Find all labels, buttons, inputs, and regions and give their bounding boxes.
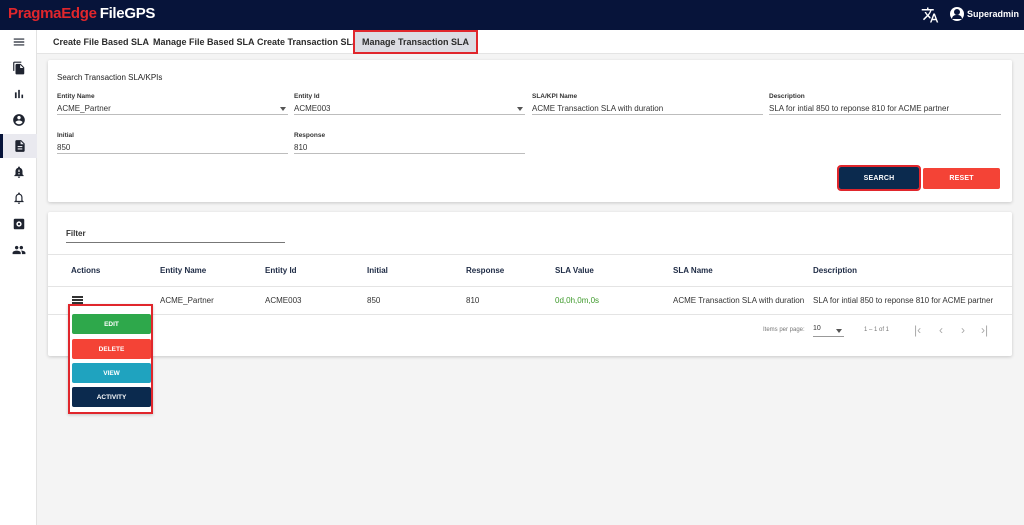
- cell-description: SLA for intial 850 to reponse 810 for AC…: [813, 296, 994, 305]
- previous-page-icon[interactable]: ‹: [939, 323, 943, 337]
- document-icon: [15, 140, 25, 152]
- cell-entity-name: ACME_Partner: [160, 296, 214, 305]
- sidebar-item-menu[interactable]: [0, 30, 37, 54]
- entity-id-select[interactable]: Entity Id ACME003: [294, 93, 525, 115]
- entity-name-value: ACME_Partner: [57, 104, 111, 113]
- brand-secondary: FileGPS: [99, 5, 156, 22]
- account-circle-icon[interactable]: [950, 7, 964, 21]
- brand-primary: PragmaEdge: [8, 5, 97, 22]
- description-field[interactable]: Description SLA for intial 850 to repons…: [769, 93, 1001, 115]
- hamburger-icon: [13, 38, 24, 46]
- alert-bell-icon: [13, 166, 24, 178]
- sidebar-item-files[interactable]: [0, 56, 37, 80]
- tab-create-file-based-sla[interactable]: Create File Based SLA: [53, 30, 149, 54]
- tab-manage-file-based-sla[interactable]: Manage File Based SLA: [153, 30, 255, 54]
- initial-label: Initial: [57, 132, 74, 139]
- response-label: Response: [294, 132, 326, 139]
- description-label: Description: [769, 93, 805, 100]
- column-header-entity-id[interactable]: Entity Id: [265, 266, 297, 275]
- results-panel: Filter Actions Entity Name Entity Id Ini…: [48, 212, 1012, 356]
- page-range-label: 1 – 1 of 1: [864, 327, 890, 333]
- sidebar-item-alerts[interactable]: [0, 160, 37, 184]
- search-panel-title: Search Transaction SLA/KPIs: [57, 73, 163, 82]
- settings-box-icon: [13, 218, 24, 230]
- description-value: SLA for intial 850 to reponse 810 for AC…: [769, 104, 950, 113]
- account-circle-icon: [12, 114, 25, 126]
- tab-bar: Create File Based SLA Manage File Based …: [37, 30, 1024, 54]
- edit-button[interactable]: EDIT: [72, 314, 151, 334]
- page-size-value: 10: [813, 325, 821, 332]
- row-action-menu: EDIT DELETE VIEW ACTIVITY: [68, 304, 153, 414]
- table-divider: [48, 254, 1012, 255]
- column-header-sla-value[interactable]: SLA Value: [555, 266, 594, 275]
- translate-icon[interactable]: [921, 6, 939, 24]
- bar-chart-icon: [14, 89, 23, 99]
- sidebar-item-notifications[interactable]: [0, 186, 37, 210]
- cell-entity-id: ACME003: [265, 296, 302, 305]
- sla-kpi-name-label: SLA/KPI Name: [532, 93, 578, 100]
- page-size-select[interactable]: 10: [813, 325, 844, 337]
- column-header-description[interactable]: Description: [813, 266, 857, 275]
- entity-name-label: Entity Name: [57, 93, 95, 100]
- cell-sla-name: ACME Transaction SLA with duration: [673, 296, 805, 305]
- column-header-entity-name[interactable]: Entity Name: [160, 266, 206, 275]
- column-header-actions: Actions: [71, 266, 101, 275]
- chevron-down-icon: [836, 329, 842, 333]
- column-header-sla-name[interactable]: SLA Name: [673, 266, 713, 275]
- user-name[interactable]: Superadmin: [967, 9, 1019, 19]
- sidebar-item-sla[interactable]: [0, 134, 37, 158]
- tab-manage-transaction-sla[interactable]: Manage Transaction SLA: [353, 30, 479, 54]
- items-per-page-label: Items per page:: [763, 327, 805, 333]
- sidebar: [0, 30, 37, 525]
- filter-input[interactable]: Filter: [66, 229, 285, 243]
- tab-create-transaction-sla[interactable]: Create Transaction SLA: [257, 30, 359, 54]
- brand-logo[interactable]: PragmaEdge FileGPS: [8, 5, 155, 22]
- sidebar-item-reports[interactable]: [0, 82, 37, 106]
- top-bar: PragmaEdge FileGPS Superadmin: [0, 0, 1024, 30]
- entity-id-value: ACME003: [294, 104, 331, 113]
- response-field[interactable]: Response 810: [294, 132, 525, 154]
- entity-id-label: Entity Id: [294, 93, 320, 100]
- filter-label: Filter: [66, 229, 86, 238]
- column-header-response[interactable]: Response: [466, 266, 504, 275]
- notification-bell-icon: [13, 192, 24, 204]
- table-divider: [48, 314, 1012, 315]
- response-value: 810: [294, 143, 308, 152]
- files-icon: [12, 61, 24, 75]
- table-divider: [48, 286, 1012, 287]
- column-header-initial[interactable]: Initial: [367, 266, 388, 275]
- initial-value: 850: [57, 143, 71, 152]
- group-icon: [12, 245, 25, 255]
- sla-kpi-name-value: ACME Transaction SLA with duration: [532, 104, 664, 113]
- sidebar-item-users[interactable]: [0, 238, 37, 262]
- cell-sla-value: 0d,0h,0m,0s: [555, 296, 600, 305]
- sidebar-item-account[interactable]: [0, 108, 37, 132]
- next-page-icon[interactable]: ›: [961, 323, 965, 337]
- first-page-icon[interactable]: |‹: [914, 323, 921, 337]
- activity-button[interactable]: ACTIVITY: [72, 387, 151, 407]
- delete-button[interactable]: DELETE: [72, 339, 151, 359]
- reset-button[interactable]: RESET: [923, 168, 1000, 189]
- last-page-icon[interactable]: ›|: [981, 323, 988, 337]
- entity-name-select[interactable]: Entity Name ACME_Partner: [57, 93, 288, 115]
- cell-initial: 850: [367, 296, 381, 305]
- sidebar-item-settings[interactable]: [0, 212, 37, 236]
- chevron-down-icon: [280, 107, 286, 111]
- row-actions-menu-icon[interactable]: [72, 296, 83, 304]
- sla-kpi-name-field[interactable]: SLA/KPI Name ACME Transaction SLA with d…: [532, 93, 763, 115]
- chevron-down-icon: [517, 107, 523, 111]
- initial-field[interactable]: Initial 850: [57, 132, 288, 154]
- view-button[interactable]: VIEW: [72, 363, 151, 383]
- search-button[interactable]: SEARCH: [837, 165, 921, 191]
- cell-response: 810: [466, 296, 480, 305]
